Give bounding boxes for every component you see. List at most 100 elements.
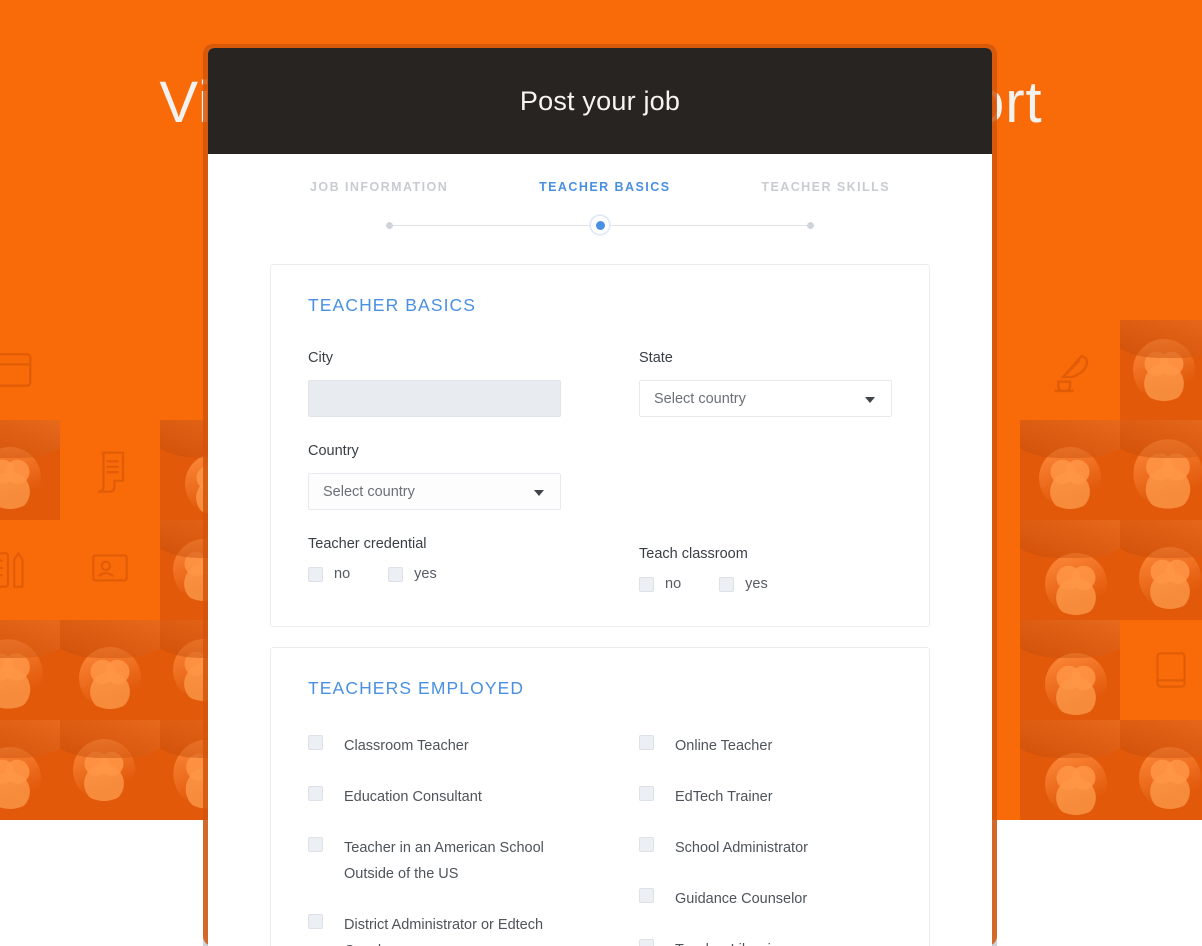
teacher-credential-field: Teacher credential no yes — [308, 536, 561, 582]
spacer-field — [639, 443, 892, 520]
mosaic-icon-tile — [1020, 320, 1120, 420]
checkbox-icon[interactable] — [639, 939, 654, 946]
teacher-basics-col-left: City Country Select country Teacher cred — [308, 350, 561, 592]
mosaic-photo-tile — [0, 420, 60, 520]
teacher-credential-yes-label: yes — [414, 566, 437, 582]
step-label-teacher-skills[interactable]: TEACHER SKILLS — [761, 180, 890, 194]
scroll-document-icon — [98, 451, 125, 493]
list-item-label: EdTech Trainer — [675, 789, 773, 805]
teachers-employed-grid: Classroom Teacher Education Consultant T… — [308, 733, 892, 946]
teach-classroom-field: Teach classroom no yes — [639, 546, 892, 592]
list-item-label: School Administrator — [675, 840, 808, 856]
ruler-pencil-icon — [0, 551, 24, 588]
wizard-stepper: JOB INFORMATION TEACHER BASICS TEACHER S… — [208, 154, 992, 235]
city-input[interactable] — [308, 380, 561, 417]
country-select[interactable]: Select country — [308, 473, 561, 510]
checkbox-icon[interactable] — [308, 837, 323, 852]
teacher-credential-label: Teacher credential — [308, 536, 427, 552]
list-item[interactable]: School Administrator — [639, 835, 892, 861]
checkbox-icon[interactable] — [388, 566, 404, 582]
teach-classroom-option-no[interactable]: no — [639, 576, 681, 592]
teachers-employed-title: TEACHERS EMPLOYED — [308, 678, 525, 698]
step-dot-inner — [595, 220, 605, 230]
list-item-label: Online Teacher — [675, 738, 773, 754]
window-icon — [0, 353, 32, 387]
checkbox-icon[interactable] — [639, 735, 654, 750]
teacher-basics-card: TEACHER BASICS City Country Select count… — [270, 264, 930, 627]
step-connector-2 — [610, 224, 807, 226]
checkbox-icon[interactable] — [639, 786, 654, 801]
teach-classroom-options: no yes — [639, 576, 892, 592]
stepper-track — [208, 215, 992, 235]
list-item[interactable]: Online Teacher — [639, 733, 892, 759]
modal-body[interactable]: TEACHER BASICS City Country Select count… — [208, 234, 992, 946]
teacher-basics-grid: City Country Select country Teacher cred — [308, 350, 892, 592]
mosaic-photo-tile — [60, 620, 160, 720]
country-select-value: Select country — [323, 483, 415, 500]
step-connector-1 — [393, 224, 590, 226]
checkbox-icon[interactable] — [308, 735, 323, 750]
list-item[interactable]: Teacher Librarian — [639, 937, 892, 946]
teachers-employed-col-left: Classroom Teacher Education Consultant T… — [308, 733, 561, 946]
page-root: View Courses on Edtech Support — [0, 0, 1202, 946]
teachers-employed-card: TEACHERS EMPLOYED Classroom Teacher Educ… — [270, 647, 930, 946]
teacher-credential-no-label: no — [334, 566, 351, 582]
list-item-label: Guidance Counselor — [675, 891, 808, 907]
checkbox-icon[interactable] — [639, 576, 654, 592]
mosaic-icon-tile — [60, 420, 160, 520]
country-field: Country Select country — [308, 443, 561, 510]
list-item[interactable]: Classroom Teacher — [308, 733, 561, 759]
teacher-basics-title: TEACHER BASICS — [308, 295, 477, 315]
teach-classroom-option-yes[interactable]: yes — [719, 576, 768, 592]
teach-classroom-no-label: no — [665, 576, 682, 592]
mosaic-icon-tile — [0, 320, 60, 420]
mosaic-photo-tile — [1020, 420, 1120, 520]
checkbox-icon[interactable] — [639, 837, 654, 852]
mosaic-icon-tile — [1120, 620, 1202, 720]
teach-classroom-yes-label: yes — [745, 576, 768, 592]
teacher-credential-option-yes[interactable]: yes — [388, 566, 437, 582]
state-select[interactable]: Select country — [639, 380, 892, 417]
state-select-value: Select country — [654, 390, 746, 407]
list-item[interactable]: EdTech Trainer — [639, 784, 892, 810]
mosaic-photo-tile — [1120, 520, 1202, 620]
mosaic-photo-tile — [1120, 320, 1202, 420]
step-dot-2-active[interactable] — [590, 215, 610, 235]
step-dot-3[interactable] — [807, 221, 814, 229]
checkbox-icon[interactable] — [308, 786, 323, 801]
step-dot-1[interactable] — [386, 221, 393, 229]
modal-header: Post your job — [208, 48, 992, 154]
mosaic-photo-tile — [60, 720, 160, 820]
post-job-modal: Post your job JOB INFORMATION TEACHER BA… — [208, 48, 992, 946]
quill-ink-icon — [1054, 354, 1089, 393]
step-label-job-information[interactable]: JOB INFORMATION — [310, 180, 448, 194]
state-label: State — [639, 350, 673, 366]
teach-classroom-label: Teach classroom — [639, 546, 748, 562]
checkbox-icon[interactable] — [308, 914, 323, 929]
mosaic-photo-tile — [1020, 720, 1120, 820]
checkbox-icon[interactable] — [639, 888, 654, 903]
tablet-icon — [1156, 652, 1186, 688]
list-item-label: Classroom Teacher — [344, 738, 469, 754]
list-item[interactable]: Guidance Counselor — [639, 886, 892, 912]
city-field: City — [308, 350, 561, 417]
chevron-down-icon — [534, 489, 544, 496]
list-item-label: Teacher in an American School Outside of… — [344, 840, 544, 882]
list-item-label: Education Consultant — [344, 789, 482, 805]
list-item[interactable]: District Administrator or Edtech Coach — [308, 912, 561, 946]
mosaic-photo-tile — [1120, 720, 1202, 820]
mosaic-photo-tile — [0, 620, 60, 720]
country-label: Country — [308, 443, 359, 459]
teacher-credential-options: no yes — [308, 566, 561, 582]
checkbox-icon[interactable] — [719, 576, 735, 592]
step-label-teacher-basics[interactable]: TEACHER BASICS — [539, 180, 670, 194]
list-item-label: District Administrator or Edtech Coach — [344, 917, 544, 946]
list-item[interactable]: Teacher in an American School Outside of… — [308, 835, 561, 887]
mosaic-photo-tile — [0, 720, 60, 820]
checkbox-icon[interactable] — [308, 566, 323, 582]
teacher-credential-option-no[interactable]: no — [308, 566, 350, 582]
mosaic-icon-tile — [60, 520, 160, 620]
list-item[interactable]: Education Consultant — [308, 784, 561, 810]
mosaic-plain-tile — [60, 320, 160, 420]
mosaic-photo-tile — [1020, 620, 1120, 720]
